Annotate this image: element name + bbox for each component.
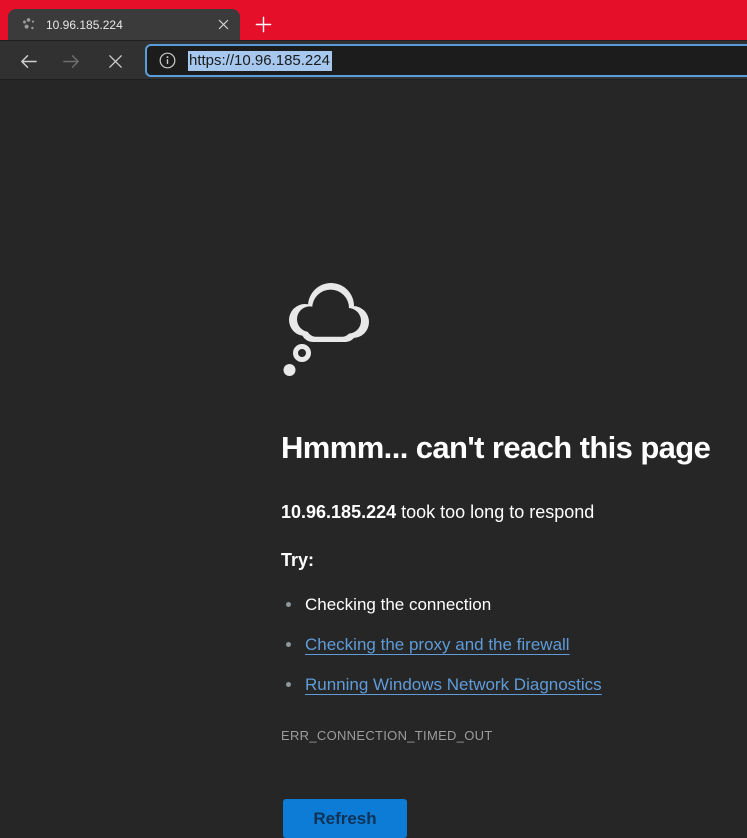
subtitle-text: took too long to respond	[396, 502, 594, 522]
tab-close-icon[interactable]	[214, 16, 232, 34]
refresh-button[interactable]: Refresh	[283, 799, 407, 838]
suggestion-list: Checking the connection Checking the pro…	[281, 595, 602, 715]
close-x-icon	[106, 52, 125, 71]
url-text: https://10.96.185.224	[188, 52, 332, 69]
forward-button[interactable]	[59, 49, 83, 73]
tab-title: 10.96.185.224	[46, 18, 214, 32]
error-code: ERR_CONNECTION_TIMED_OUT	[281, 728, 493, 743]
thought-cloud-icon	[283, 280, 375, 380]
proxy-firewall-link[interactable]: Checking the proxy and the firewall	[305, 635, 570, 654]
new-tab-button[interactable]	[250, 11, 276, 37]
try-label: Try:	[281, 550, 314, 571]
suggestion-text: Checking the connection	[305, 595, 491, 614]
browser-tab[interactable]: 10.96.185.224	[8, 9, 240, 40]
info-circle-icon[interactable]	[158, 51, 177, 70]
tab-strip: 10.96.185.224	[0, 0, 747, 40]
list-item: Checking the connection	[281, 595, 602, 614]
page-title: Hmmm... can't reach this page	[281, 430, 710, 466]
network-diagnostics-link[interactable]: Running Windows Network Diagnostics	[305, 675, 602, 694]
url-selected-text: https://10.96.185.224	[188, 51, 332, 71]
error-page: Hmmm... can't reach this page 10.96.185.…	[0, 80, 747, 771]
plus-icon	[254, 15, 273, 34]
arrow-left-icon	[18, 51, 39, 72]
back-button[interactable]	[16, 49, 40, 73]
arrow-right-icon	[61, 51, 82, 72]
host-name: 10.96.185.224	[281, 502, 396, 522]
address-bar[interactable]: https://10.96.185.224	[145, 44, 747, 77]
list-item: Running Windows Network Diagnostics	[281, 675, 602, 694]
loading-spinner-icon	[21, 17, 37, 33]
error-subtitle: 10.96.185.224 took too long to respond	[281, 502, 594, 523]
stop-loading-button[interactable]	[103, 49, 127, 73]
navigation-toolbar: https://10.96.185.224	[0, 40, 747, 80]
list-item: Checking the proxy and the firewall	[281, 635, 602, 654]
